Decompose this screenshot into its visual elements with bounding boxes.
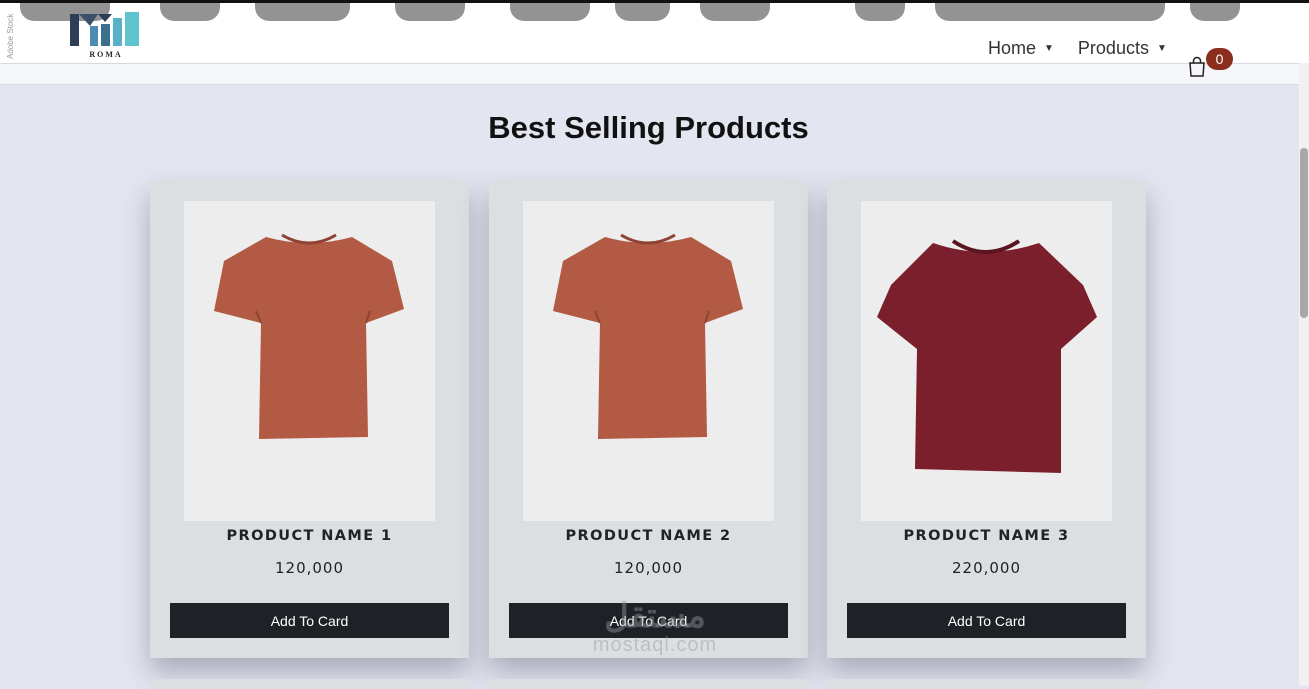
product-price: 120,000 <box>613 559 684 577</box>
product-card-next-row <box>827 679 1146 689</box>
product-card-next-row <box>150 679 469 689</box>
add-to-cart-button[interactable]: Add To Card <box>847 603 1126 638</box>
product-image[interactable] <box>184 201 435 521</box>
logo-text: ROMA <box>89 50 123 59</box>
tshirt-icon <box>214 233 404 439</box>
product-name: PRODUCT NAME 3 <box>903 528 1070 544</box>
add-to-cart-button[interactable]: Add To Card <box>509 603 788 638</box>
stock-watermark-text: Adobe Stock <box>6 13 15 59</box>
product-card: PRODUCT NAME 3 220,000 Add To Card <box>827 181 1146 658</box>
tshirt-icon <box>877 239 1097 473</box>
shopping-bag-icon <box>1189 56 1205 77</box>
tshirt-icon <box>553 233 743 439</box>
nav-home[interactable]: Home ▼ <box>988 36 1054 60</box>
product-price: 120,000 <box>274 559 345 577</box>
scrollbar-thumb[interactable] <box>1300 148 1308 318</box>
roma-logo[interactable]: ROMA <box>68 10 144 62</box>
product-image[interactable] <box>523 201 774 521</box>
header-divider-bar <box>0 63 1299 85</box>
nav-home-label: Home <box>988 37 1037 58</box>
header-banner-image <box>0 3 1309 25</box>
product-price: 220,000 <box>951 559 1022 577</box>
cart-button[interactable] <box>1187 56 1207 78</box>
section-title: Best Selling Products <box>488 110 809 145</box>
main-nav: Home ▼ Products ▼ <box>988 36 1167 60</box>
caret-down-icon: ▼ <box>1044 42 1054 54</box>
site-header: Adobe Stock ROMA Home ▼ Products ▼ <box>0 3 1309 63</box>
add-to-cart-button[interactable]: Add To Card <box>170 603 449 638</box>
product-card-next-row <box>489 679 808 689</box>
product-name: PRODUCT NAME 1 <box>226 528 393 544</box>
product-image[interactable] <box>861 201 1112 521</box>
nav-products[interactable]: Products ▼ <box>1078 36 1167 60</box>
caret-down-icon: ▼ <box>1156 42 1167 54</box>
nav-products-label: Products <box>1077 37 1149 58</box>
product-name: PRODUCT NAME 2 <box>565 528 732 544</box>
product-card: PRODUCT NAME 1 120,000 Add To Card <box>150 181 469 658</box>
cart-count-badge: 0 <box>1206 48 1233 70</box>
logo-mark-icon <box>70 12 139 46</box>
product-card: PRODUCT NAME 2 120,000 Add To Card <box>489 181 808 658</box>
